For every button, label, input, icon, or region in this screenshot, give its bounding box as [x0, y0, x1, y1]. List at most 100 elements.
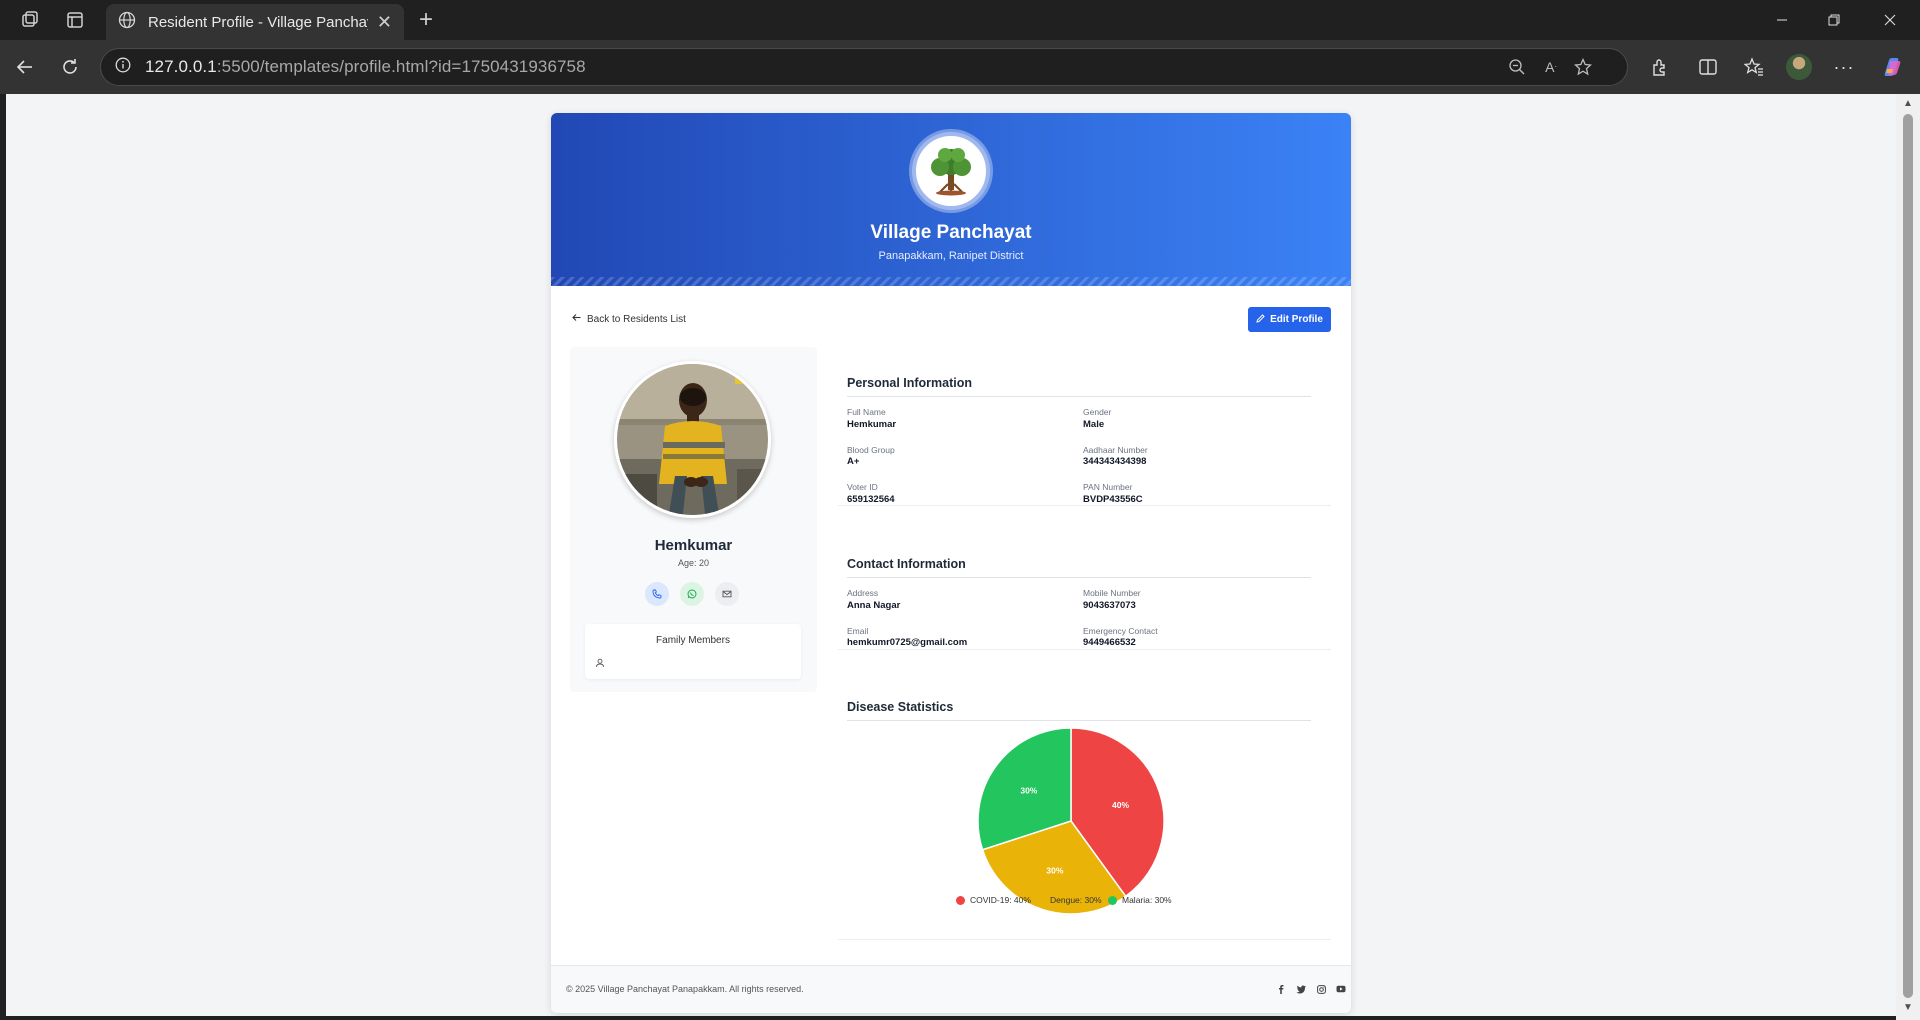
mobile-label: Mobile Number [1083, 588, 1141, 598]
address-value: Anna Nagar [847, 600, 901, 611]
legend-item[interactable]: COVID-19: 40% [956, 895, 1031, 905]
favorite-star-icon[interactable] [1567, 49, 1599, 85]
instagram-icon[interactable] [1314, 982, 1328, 996]
section-divider [847, 720, 1311, 721]
scroll-up-icon[interactable]: ▲ [1901, 98, 1915, 110]
edit-profile-label: Edit Profile [1270, 314, 1323, 325]
voter-id-label: Voter ID [847, 482, 878, 492]
family-members-box: Family Members [585, 624, 801, 679]
resident-photo [614, 361, 771, 518]
url-path: :5500/templates/profile.html?id=17504319… [216, 57, 586, 76]
voter-id-value: 659132564 [847, 494, 895, 505]
new-tab-icon[interactable]: + [406, 0, 446, 40]
scrollbar-thumb[interactable] [1903, 114, 1913, 998]
split-screen-icon[interactable] [1688, 47, 1728, 87]
disease-stats-section: Disease Statistics 40% 30% 30% COVID-19: 4… [838, 692, 1331, 940]
resident-summary-panel: Hemkumar Age: 20 Family Members [570, 347, 817, 692]
pan-value: BVDP43556C [1083, 494, 1143, 505]
copilot-icon[interactable] [1872, 47, 1912, 87]
legend-swatch [1108, 895, 1117, 905]
family-members-title: Family Members [656, 635, 730, 646]
legend-label: COVID-19: 40% [970, 895, 1031, 905]
refresh-icon[interactable] [50, 47, 90, 87]
legend-swatch [956, 895, 965, 905]
gender-label: Gender [1083, 407, 1112, 417]
url-host: 127.0.0.1 [145, 57, 217, 76]
page-footer: © 2025 Village Panchayat Panapakkam. All… [551, 965, 1351, 1013]
youtube-icon[interactable] [1334, 982, 1348, 996]
emergency-value: 9449466532 [1083, 637, 1136, 648]
pencil-icon [1256, 313, 1265, 326]
emergency-label: Emergency Contact [1083, 626, 1158, 636]
phone-icon[interactable] [645, 582, 669, 606]
address-label: Address [847, 588, 879, 598]
globe-icon [118, 11, 136, 33]
contact-info-section: Contact Information Address Anna Nagar M… [838, 549, 1331, 650]
section-divider [847, 577, 1311, 578]
favorites-icon[interactable] [1734, 47, 1774, 87]
zoom-icon[interactable] [1501, 49, 1533, 85]
email-icon[interactable] [715, 582, 739, 606]
legend-item[interactable]: Dengue: 30% [1036, 895, 1102, 905]
personal-info-title: Personal Information [847, 376, 973, 390]
close-tab-icon[interactable]: ✕ [377, 12, 392, 33]
tab-actions-icon[interactable] [55, 0, 95, 40]
legend-item[interactable]: Malaria: 30% [1108, 895, 1172, 905]
chart-legend: COVID-19: 40% Dengue: 30% Malaria: 30% [838, 895, 1331, 909]
blood-group-label: Blood Group [847, 445, 895, 455]
workspaces-icon[interactable] [10, 0, 50, 40]
browser-titlebar: Resident Profile - Village Panchayat ✕ + [0, 0, 1920, 40]
legend-swatch [1036, 895, 1045, 905]
back-to-residents-link[interactable]: Back to Residents List [572, 313, 686, 325]
url-text: 127.0.0.1:5500/templates/profile.html?id… [145, 57, 586, 77]
aadhaar-label: Aadhaar Number [1083, 445, 1148, 455]
close-window-icon[interactable] [1862, 0, 1918, 40]
facebook-icon[interactable] [1274, 982, 1288, 996]
mobile-value: 9043637073 [1083, 600, 1136, 611]
vertical-scrollbar[interactable]: ▲ ▼ [1896, 94, 1920, 1020]
email-label: Email [847, 626, 869, 636]
edit-profile-button[interactable]: Edit Profile [1248, 307, 1331, 332]
contact-info-title: Contact Information [847, 557, 966, 571]
profile-avatar[interactable] [1779, 47, 1819, 87]
more-options-icon[interactable]: ··· [1824, 47, 1864, 87]
tree-logo-icon [921, 141, 981, 201]
browser-toolbar: 127.0.0.1:5500/templates/profile.html?id… [0, 40, 1920, 94]
restore-icon[interactable] [1806, 0, 1862, 40]
page-title: Village Panchayat [870, 222, 1032, 243]
minimize-icon[interactable] [1754, 0, 1810, 40]
active-tab[interactable]: Resident Profile - Village Panchayat ✕ [106, 4, 404, 40]
address-bar[interactable]: 127.0.0.1:5500/templates/profile.html?id… [100, 48, 1628, 86]
personal-info-section: Personal Information Full Name Hemkumar … [838, 368, 1331, 506]
pie-slice-label: 40% [1112, 800, 1129, 810]
header-stripe [551, 277, 1351, 286]
legend-label: Dengue: 30% [1050, 895, 1102, 905]
copyright-text: © 2025 Village Panchayat Panapakkam. All… [566, 984, 804, 994]
whatsapp-icon[interactable] [680, 582, 704, 606]
disease-stats-title: Disease Statistics [847, 700, 954, 714]
scroll-down-icon[interactable]: ▼ [1901, 1002, 1915, 1014]
resident-age: Age: 20 [677, 558, 710, 568]
header-banner: Village Panchayat Panapakkam, Ranipet Di… [551, 113, 1351, 286]
user-icon [595, 655, 605, 673]
site-info-icon[interactable] [115, 57, 131, 78]
resident-name: Hemkumar [654, 537, 733, 554]
profile-card: Village Panchayat Panapakkam, Ranipet Di… [551, 113, 1351, 1013]
page-subtitle: Panapakkam, Ranipet District [878, 250, 1024, 262]
pie-slice-label: 30% [1020, 785, 1037, 795]
twitter-icon[interactable] [1294, 982, 1308, 996]
tab-title: Resident Profile - Village Panchayat [148, 13, 368, 31]
full-name-label: Full Name [847, 407, 886, 417]
back-label: Back to Residents List [587, 313, 686, 325]
extensions-icon[interactable] [1640, 47, 1680, 87]
aadhaar-value: 344343434398 [1083, 456, 1147, 467]
email-value: hemkumr0725@gmail.com [847, 637, 968, 648]
contact-icon-row [645, 582, 745, 608]
blood-group-value: A+ [847, 456, 860, 467]
panchayat-logo [912, 132, 990, 210]
page-viewport: Village Panchayat Panapakkam, Ranipet Di… [6, 94, 1896, 1016]
full-name-value: Hemkumar [847, 419, 897, 430]
read-aloud-icon[interactable]: Aᐧ [1535, 49, 1567, 85]
back-icon[interactable] [5, 47, 45, 87]
arrow-left-icon [572, 313, 581, 325]
